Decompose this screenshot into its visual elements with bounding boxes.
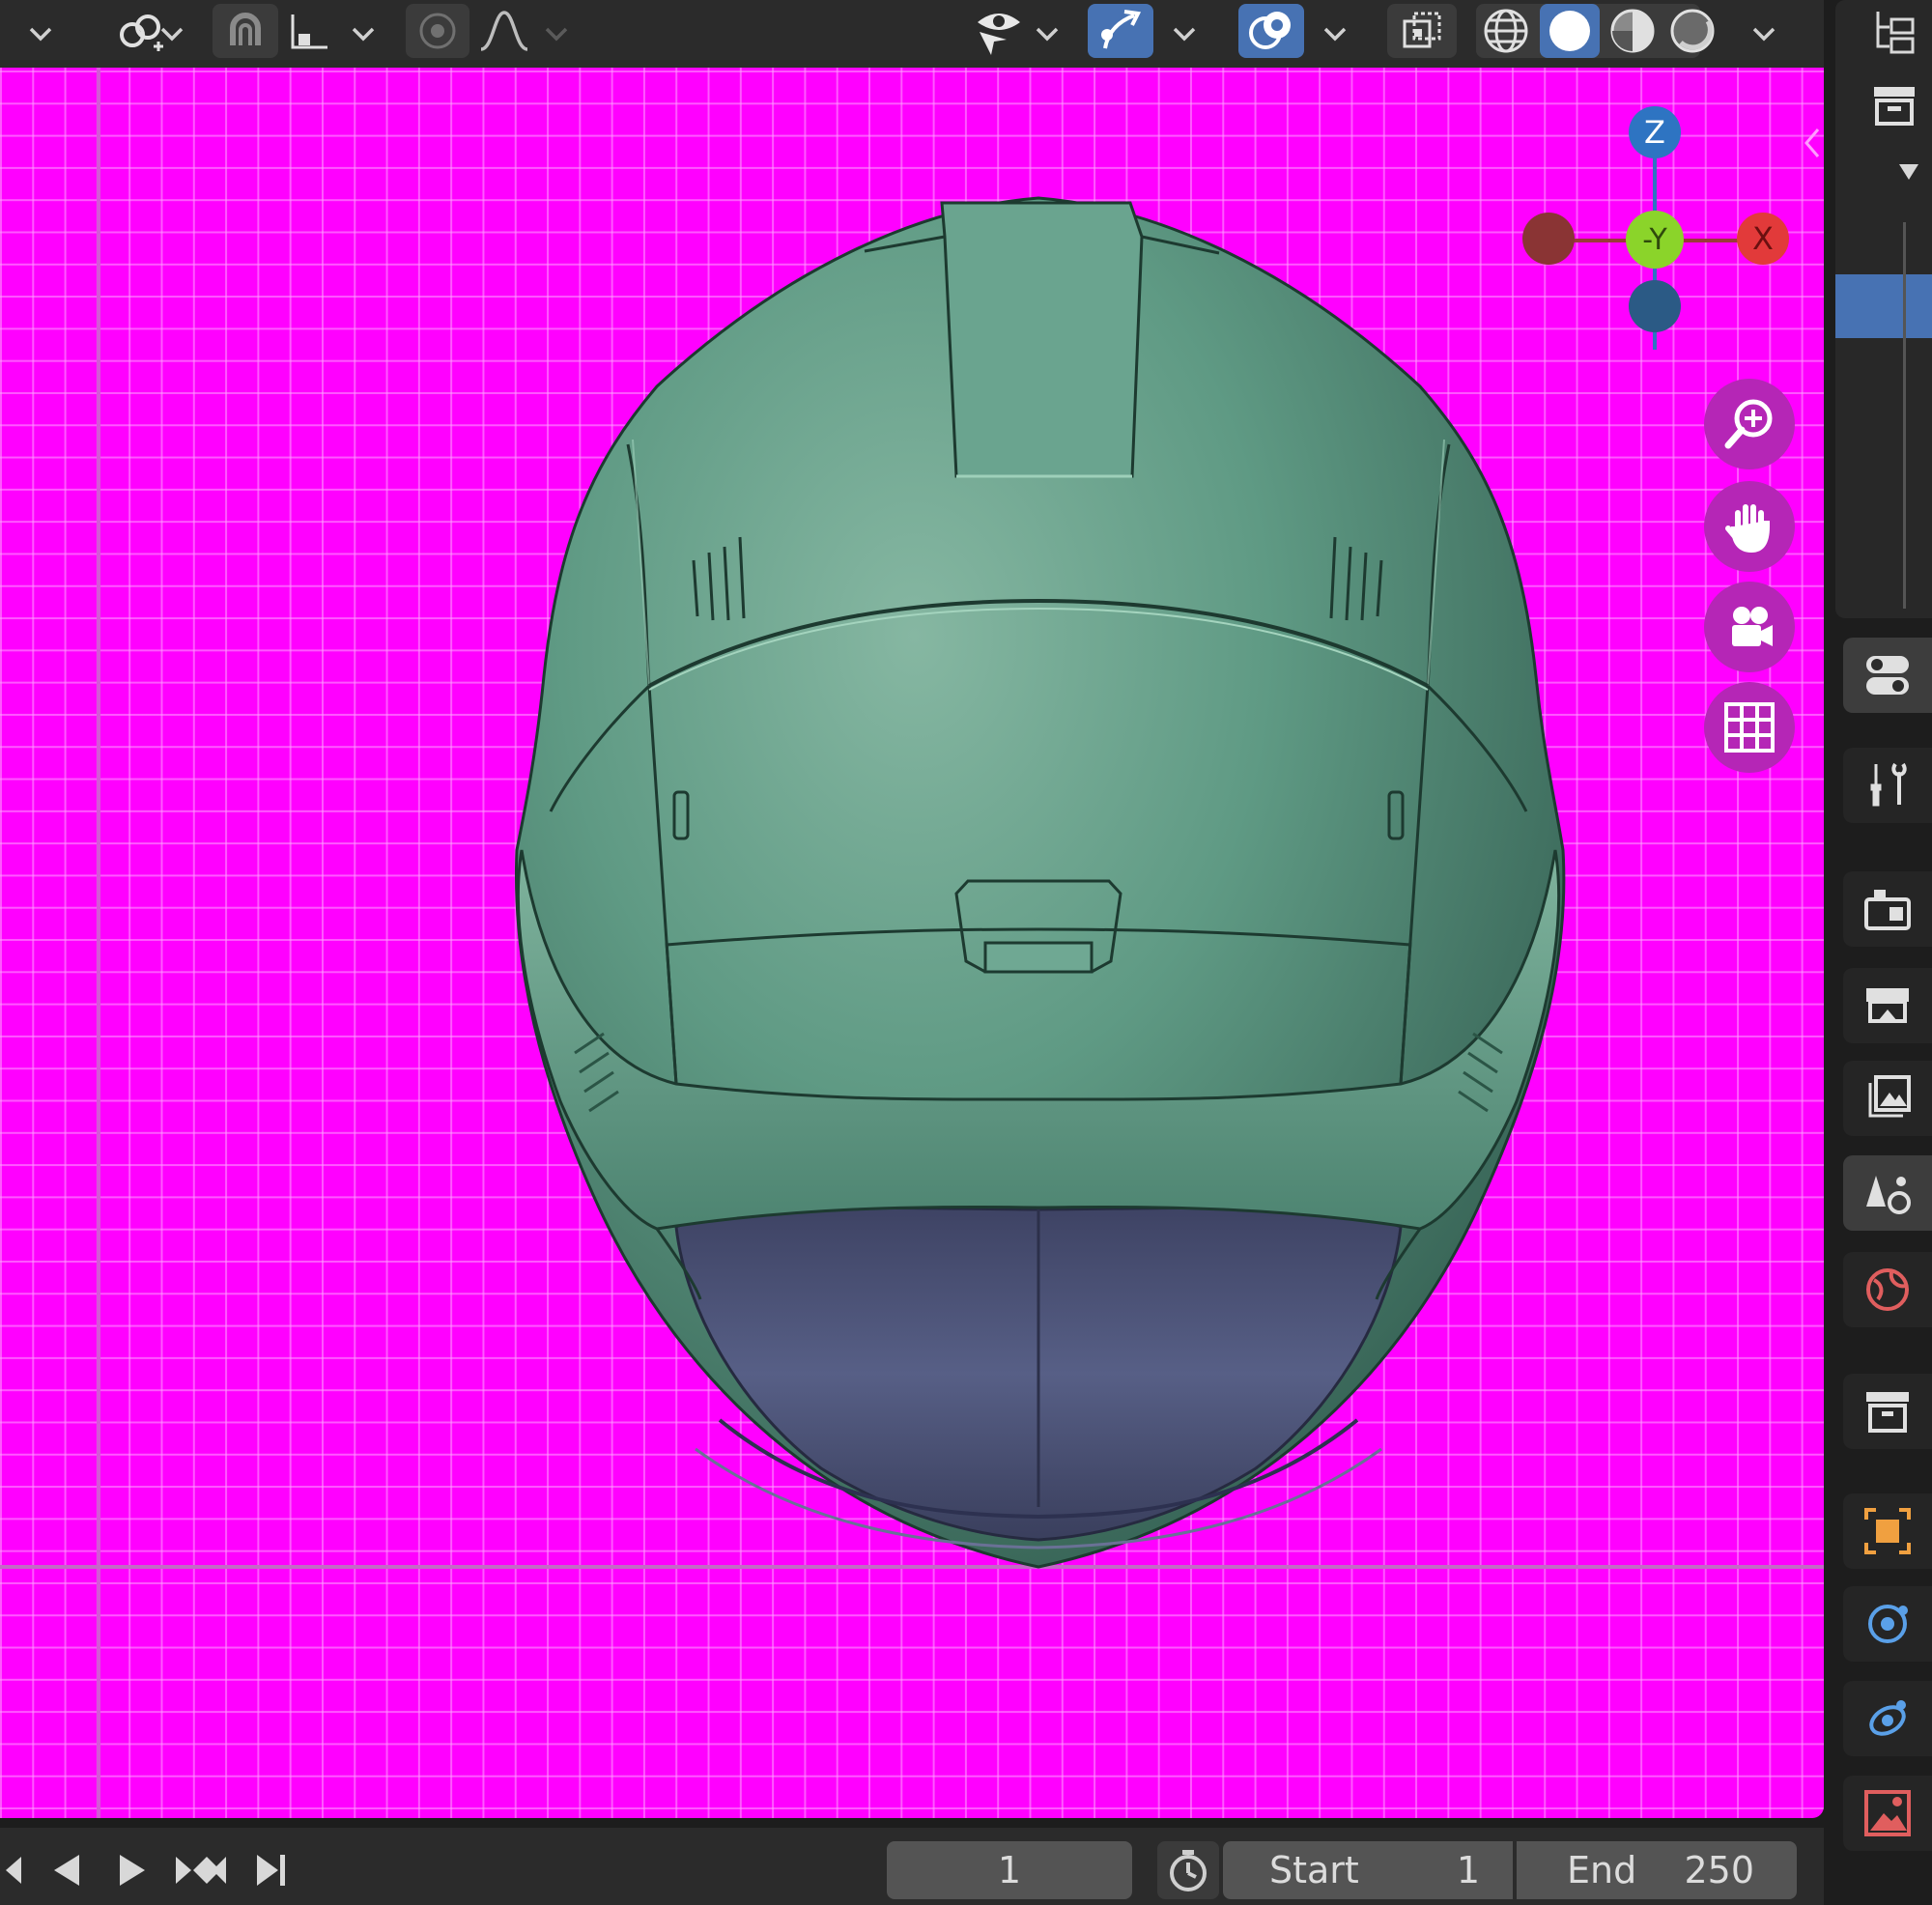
camera-view-button[interactable] xyxy=(1704,582,1795,672)
wireframe-shading-icon[interactable] xyxy=(1478,4,1534,58)
solid-shading-icon[interactable] xyxy=(1540,4,1600,58)
gizmo-x-axis-button[interactable]: X xyxy=(1737,213,1789,265)
gizmo-x-label: X xyxy=(1752,220,1774,257)
constraint-link-icon xyxy=(1869,1700,1906,1736)
collection-properties-tab[interactable] xyxy=(1843,1374,1932,1449)
sidebar-toggle-chevron-left-icon[interactable] xyxy=(1799,124,1824,162)
render-camera-back-icon xyxy=(1864,890,1911,930)
pan-view-button[interactable] xyxy=(1704,481,1795,572)
step-back-icon[interactable] xyxy=(39,1841,93,1899)
start-frame-value: 1 xyxy=(1456,1849,1480,1891)
proportional-editing-button[interactable] xyxy=(406,4,469,58)
gizmo-z-label: Z xyxy=(1644,114,1665,151)
end-frame-field[interactable]: End 250 xyxy=(1517,1841,1797,1899)
stopwatch-icon xyxy=(1170,1850,1207,1891)
jump-to-end-icon[interactable] xyxy=(243,1841,298,1899)
show-overlays-button[interactable] xyxy=(1238,4,1304,58)
3d-viewport[interactable]: Z X -Y xyxy=(0,68,1824,1818)
material-preview-shading-icon[interactable] xyxy=(1605,4,1660,58)
falloff-chevron-down-icon[interactable] xyxy=(537,10,576,58)
mode-dropdown-chevron-icon[interactable] xyxy=(21,10,60,58)
gizmo-y-label: -Y xyxy=(1642,222,1667,257)
visibility-chevron-down-icon[interactable] xyxy=(1028,10,1066,58)
perspective-ortho-toggle-button[interactable] xyxy=(1704,682,1795,773)
play-icon[interactable] xyxy=(104,1841,158,1899)
pivot-chevron-down-icon[interactable] xyxy=(153,10,191,58)
jump-to-start-icon[interactable] xyxy=(0,1841,25,1899)
start-frame-label: Start xyxy=(1269,1849,1359,1891)
tool-tab[interactable] xyxy=(1843,748,1932,823)
outliner-scrollbar[interactable] xyxy=(1903,222,1906,609)
selectability-visibility-button[interactable] xyxy=(962,4,1036,58)
camera-icon xyxy=(1732,607,1773,646)
gizmo-negative-y-button[interactable]: -Y xyxy=(1626,211,1684,269)
image-stack-icon xyxy=(1868,1075,1911,1118)
constraints-properties-tab[interactable] xyxy=(1843,1681,1932,1756)
gizmo-chevron-down-icon[interactable] xyxy=(1165,10,1204,58)
scene-properties-tab[interactable] xyxy=(1843,1155,1932,1231)
object-square-icon xyxy=(1864,1508,1911,1554)
show-gizmo-button[interactable] xyxy=(1088,4,1153,58)
snap-toggle-button[interactable] xyxy=(213,4,278,58)
current-frame-field[interactable]: 1 xyxy=(887,1841,1132,1899)
view-layer-properties-tab[interactable] xyxy=(1843,1061,1932,1136)
texture-image-icon xyxy=(1864,1790,1911,1836)
zoom-magnifier-icon xyxy=(1724,399,1773,449)
viewport-header xyxy=(0,0,1824,69)
render-properties-tab[interactable] xyxy=(1843,871,1932,947)
world-properties-tab[interactable] xyxy=(1843,1252,1932,1327)
object-properties-tab[interactable] xyxy=(1843,1493,1932,1569)
collection-box-icon xyxy=(1866,1392,1909,1433)
output-properties-tab[interactable] xyxy=(1843,968,1932,1043)
scene-cone-sphere-icon xyxy=(1866,1176,1911,1214)
helmet-model[interactable] xyxy=(0,68,1824,1818)
gizmo-negative-z-button[interactable] xyxy=(1629,280,1681,332)
physics-properties-tab[interactable] xyxy=(1843,1586,1932,1662)
collection-box-icon[interactable] xyxy=(1870,83,1918,131)
hand-icon xyxy=(1725,504,1770,554)
snap-target-icon[interactable] xyxy=(280,4,338,58)
jump-keyframe-icon[interactable] xyxy=(170,1841,232,1899)
texture-properties-tab[interactable] xyxy=(1843,1776,1932,1851)
outliner-selected-row[interactable] xyxy=(1835,274,1932,338)
falloff-curve-icon[interactable] xyxy=(473,4,535,58)
outliner-tree-icon[interactable] xyxy=(1870,8,1918,60)
expand-triangle-icon[interactable] xyxy=(1897,162,1920,185)
snap-chevron-down-icon[interactable] xyxy=(344,10,383,58)
world-globe-icon xyxy=(1866,1268,1909,1311)
outliner-panel xyxy=(1835,0,1932,618)
use-preview-range-button[interactable] xyxy=(1157,1841,1219,1899)
end-frame-value: 250 xyxy=(1684,1849,1754,1891)
screwdriver-wrench-icon xyxy=(1870,762,1907,807)
tool-settings-tab[interactable] xyxy=(1843,638,1932,713)
shading-chevron-down-icon[interactable] xyxy=(1745,10,1783,58)
overlays-chevron-down-icon[interactable] xyxy=(1316,10,1354,58)
printer-icon xyxy=(1866,988,1909,1023)
end-frame-label: End xyxy=(1567,1849,1637,1891)
current-frame-value: 1 xyxy=(997,1849,1022,1891)
blender-window: Z X -Y 1 Start 1 End 250 xyxy=(0,0,1932,1905)
zoom-in-out-button[interactable] xyxy=(1704,379,1795,469)
toggle-switches-icon xyxy=(1866,656,1909,695)
physics-orbit-icon xyxy=(1868,1605,1908,1643)
toggle-xray-button[interactable] xyxy=(1387,4,1457,58)
gizmo-z-axis-button[interactable]: Z xyxy=(1629,106,1681,158)
grid-icon xyxy=(1724,702,1775,753)
rendered-shading-icon[interactable] xyxy=(1665,4,1719,58)
gizmo-negative-x-button[interactable] xyxy=(1522,213,1575,265)
start-frame-field[interactable]: Start 1 xyxy=(1223,1841,1513,1899)
